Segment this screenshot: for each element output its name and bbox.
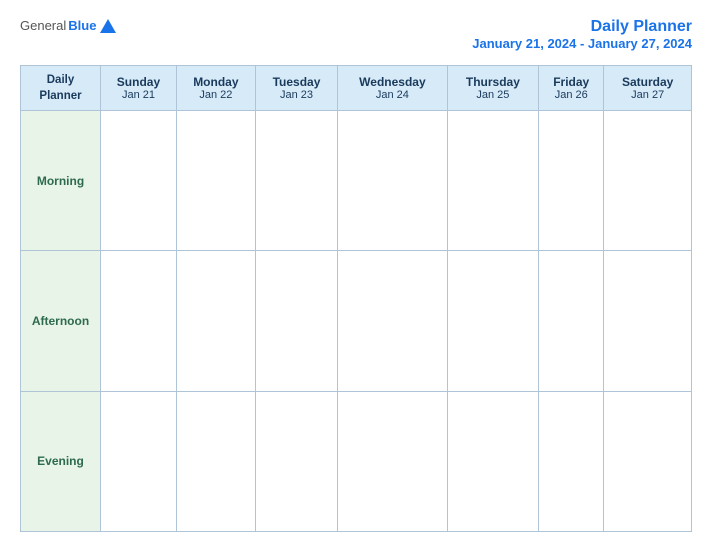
evening-wednesday[interactable] [338,391,447,531]
header-tuesday: Tuesday Jan 23 [255,66,337,111]
evening-friday[interactable] [539,391,604,531]
header-planner: DailyPlanner [21,66,101,111]
header-wednesday: Wednesday Jan 24 [338,66,447,111]
afternoon-friday[interactable] [539,251,604,391]
morning-thursday[interactable] [447,111,538,251]
evening-thursday[interactable] [447,391,538,531]
header-sunday: Sunday Jan 21 [101,66,177,111]
calendar-header-row: DailyPlanner Sunday Jan 21 Monday Jan 22… [21,66,692,111]
morning-wednesday[interactable] [338,111,447,251]
evening-row: Evening [21,391,692,531]
morning-label: Morning [21,111,101,251]
evening-tuesday[interactable] [255,391,337,531]
header-monday: Monday Jan 22 [176,66,255,111]
evening-label: Evening [21,391,101,531]
afternoon-tuesday[interactable] [255,251,337,391]
afternoon-thursday[interactable] [447,251,538,391]
evening-saturday[interactable] [604,391,692,531]
morning-tuesday[interactable] [255,111,337,251]
page-header: General Blue Daily Planner January 21, 2… [20,18,692,51]
afternoon-row: Afternoon [21,251,692,391]
page-title: Daily Planner [472,18,692,36]
evening-monday[interactable] [176,391,255,531]
afternoon-wednesday[interactable] [338,251,447,391]
header-saturday: Saturday Jan 27 [604,66,692,111]
afternoon-sunday[interactable] [101,251,177,391]
calendar-table: DailyPlanner Sunday Jan 21 Monday Jan 22… [20,65,692,532]
afternoon-monday[interactable] [176,251,255,391]
evening-sunday[interactable] [101,391,177,531]
afternoon-saturday[interactable] [604,251,692,391]
morning-row: Morning [21,111,692,251]
morning-saturday[interactable] [604,111,692,251]
logo-general-text: General [20,18,66,33]
logo-blue-text: Blue [68,18,96,33]
header-friday: Friday Jan 26 [539,66,604,111]
title-area: Daily Planner January 21, 2024 - January… [472,18,692,51]
logo: General Blue [20,18,116,33]
header-thursday: Thursday Jan 25 [447,66,538,111]
date-range: January 21, 2024 - January 27, 2024 [472,36,692,51]
afternoon-label: Afternoon [21,251,101,391]
logo-triangle-icon [100,19,116,33]
morning-monday[interactable] [176,111,255,251]
morning-friday[interactable] [539,111,604,251]
morning-sunday[interactable] [101,111,177,251]
